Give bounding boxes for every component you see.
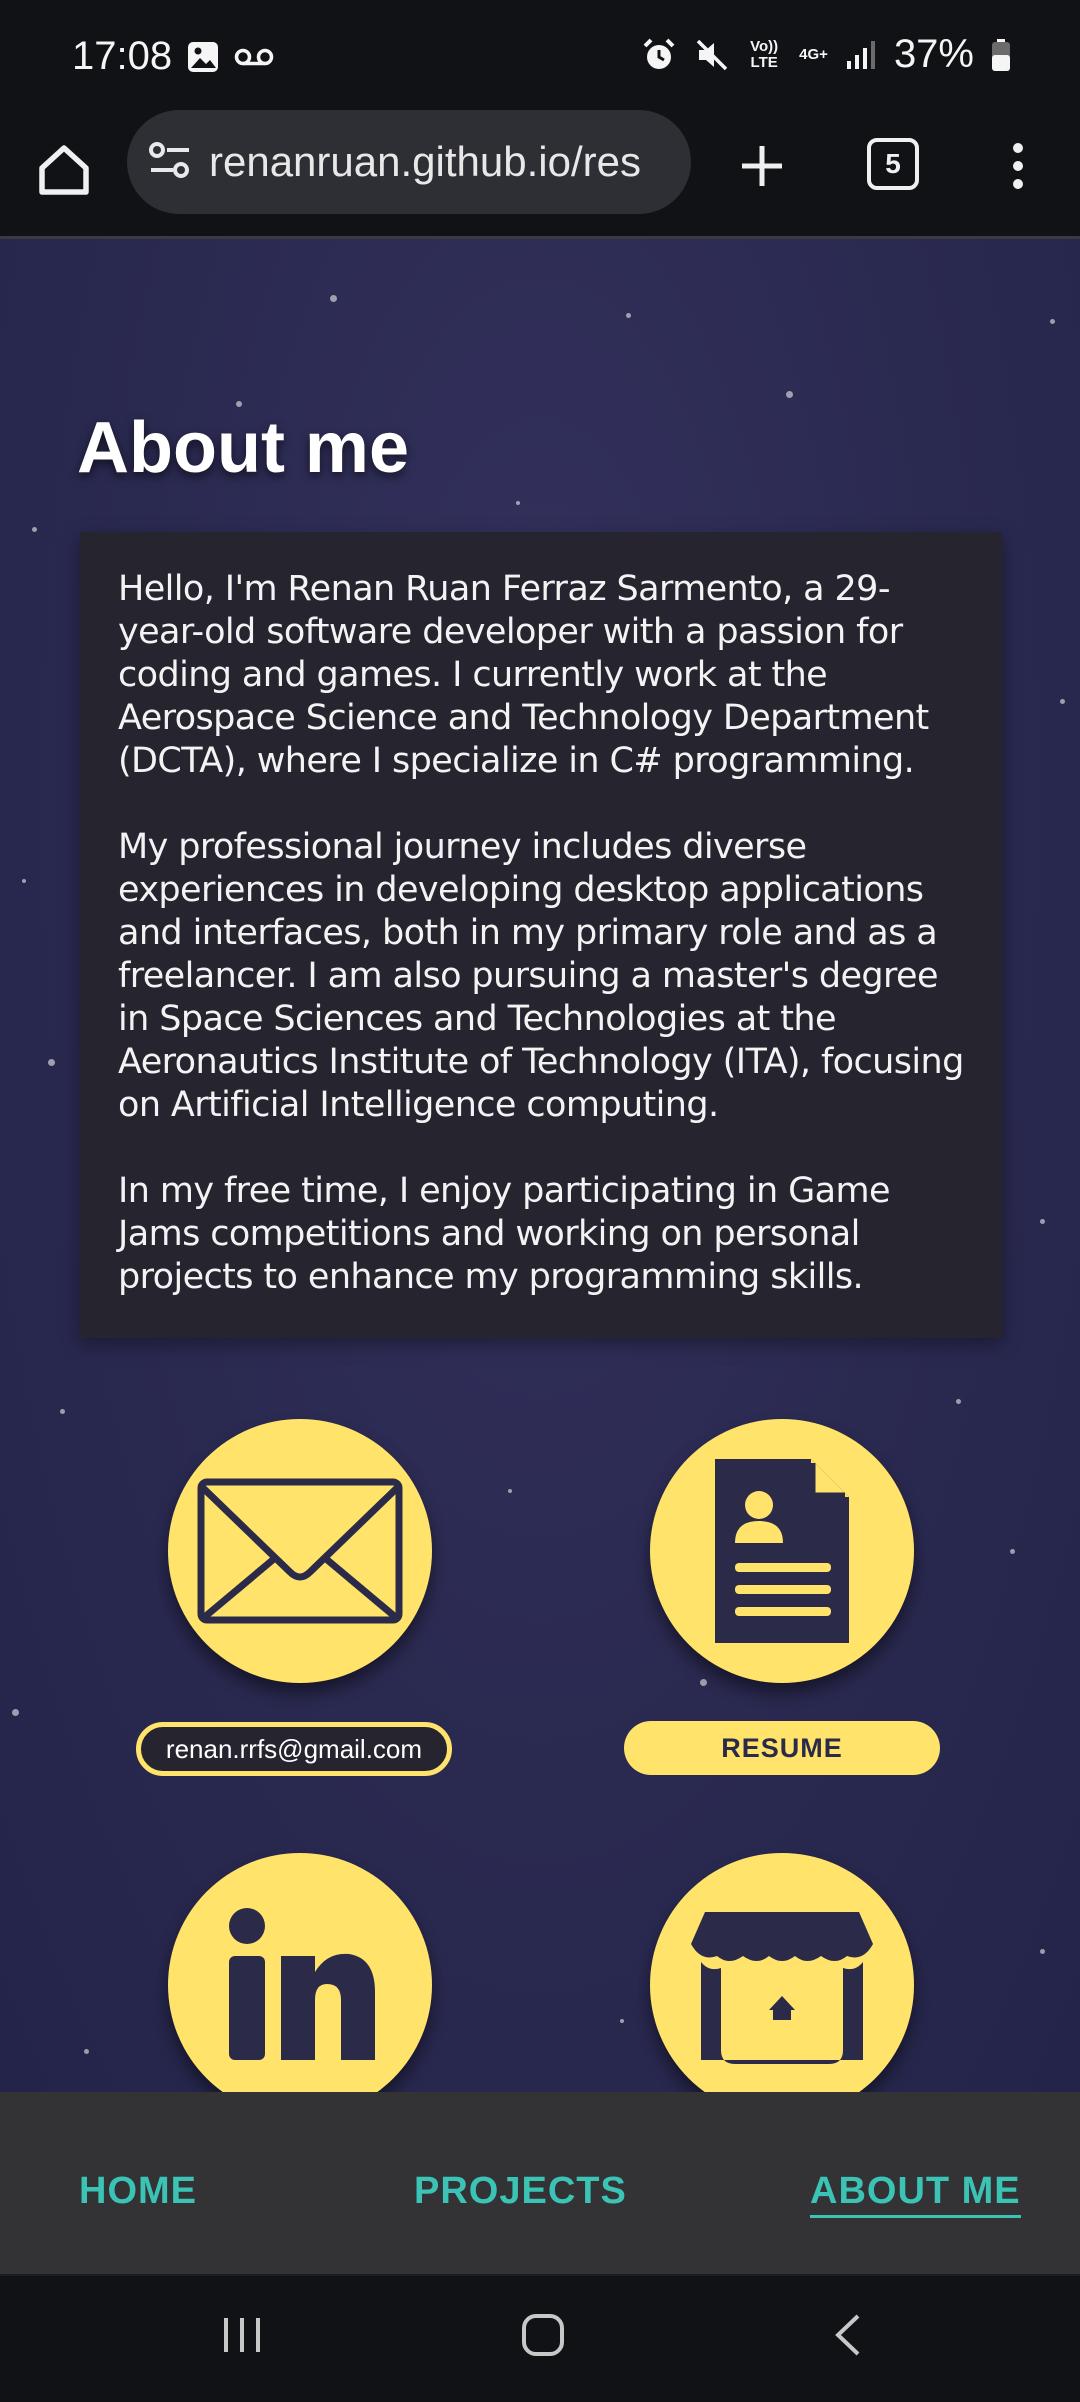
nav-home[interactable]: HOME <box>79 2170 197 2213</box>
resume-button[interactable]: RESUME <box>624 1721 940 1775</box>
system-navigation-bar <box>0 2274 1080 2402</box>
page-content[interactable]: About me Hello, I'm Renan Ruan Ferraz Sa… <box>0 239 1080 2092</box>
battery-icon <box>992 38 1010 71</box>
home-icon <box>32 138 96 202</box>
linkedin-icon <box>215 1900 385 2070</box>
resume-document-icon <box>707 1451 857 1651</box>
resume-link[interactable] <box>650 1419 914 1683</box>
plus-icon <box>730 134 794 198</box>
volte-indicator: Vo)) LTE <box>750 37 779 71</box>
recent-apps-icon[interactable] <box>220 2312 266 2358</box>
more-vert-icon <box>1000 134 1036 198</box>
linkedin-link[interactable] <box>168 1853 432 2092</box>
back-icon[interactable] <box>826 2312 872 2358</box>
battery-percent: 37% <box>893 32 974 76</box>
new-tab-button[interactable] <box>730 134 794 198</box>
browser-menu-button[interactable] <box>1000 134 1036 198</box>
bio-paragraph: My professional journey includes diverse… <box>118 827 964 1125</box>
bio-paragraph: Hello, I'm Renan Ruan Ferraz Sarmento, a… <box>118 569 929 781</box>
itchio-link[interactable] <box>650 1853 914 2092</box>
nav-about-me[interactable]: ABOUT ME <box>810 2170 1021 2218</box>
status-time: 17:08 <box>72 34 173 78</box>
mute-icon <box>695 38 729 72</box>
email-address-label[interactable]: renan.rrfs@gmail.com <box>136 1722 452 1776</box>
nav-projects[interactable]: PROJECTS <box>414 2170 627 2213</box>
voicemail-icon <box>234 47 274 67</box>
status-bar: 17:08 Vo)) LTE 4G+ 37% <box>0 0 1080 118</box>
address-bar[interactable]: renanruan.github.io/res <box>127 110 691 214</box>
bio-paragraph: In my free time, I enjoy participating i… <box>118 1171 891 1297</box>
bio-card: Hello, I'm Renan Ruan Ferraz Sarmento, a… <box>80 532 1002 1338</box>
browser-toolbar: renanruan.github.io/res 5 <box>0 110 1080 239</box>
itchio-icon <box>687 1900 877 2070</box>
site-bottom-nav: HOME PROJECTS ABOUT ME <box>0 2092 1080 2274</box>
page-title: About me <box>77 408 409 488</box>
home-button[interactable] <box>32 138 96 202</box>
url-text[interactable]: renanruan.github.io/res <box>209 138 669 186</box>
alarm-icon <box>641 37 677 73</box>
site-settings-icon[interactable] <box>147 138 193 184</box>
signal-icon <box>846 40 876 69</box>
network-type-indicator: 4G+ <box>799 45 828 63</box>
email-link[interactable] <box>168 1419 432 1683</box>
gallery-icon <box>186 40 220 74</box>
envelope-icon <box>195 1476 405 1626</box>
home-nav-icon[interactable] <box>520 2312 566 2358</box>
tab-switcher-button[interactable]: 5 <box>867 138 919 190</box>
